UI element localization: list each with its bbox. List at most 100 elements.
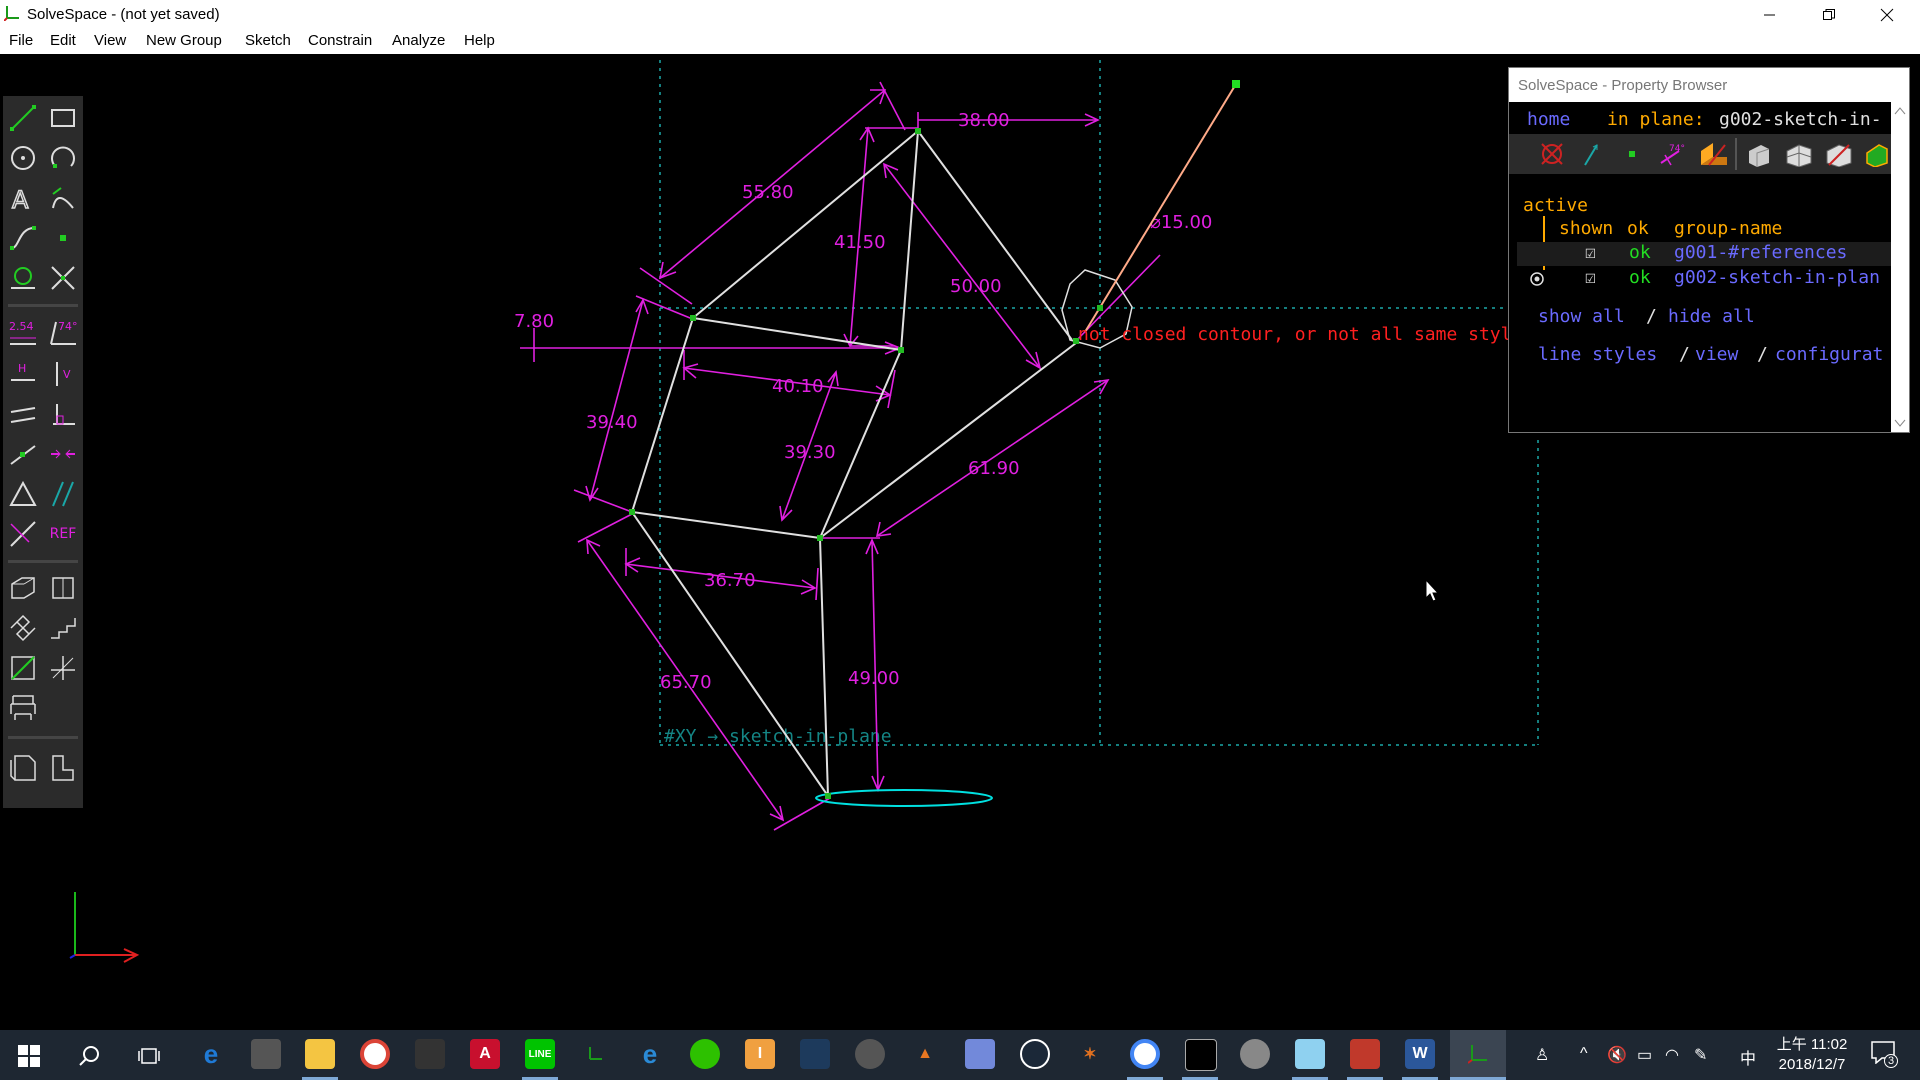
explorer-icon[interactable] [251, 1039, 281, 1069]
group-row[interactable]: ☑ ok g001-#references [1517, 242, 1891, 266]
solvespace-icon[interactable] [580, 1039, 610, 1069]
dimension-label[interactable]: 50.00 [950, 276, 1002, 297]
edge-icon[interactable]: e [196, 1039, 226, 1069]
ie-icon[interactable]: e [635, 1039, 665, 1069]
blue-app-icon[interactable] [1295, 1039, 1325, 1069]
sketch-in-plane-button[interactable] [45, 650, 81, 686]
hidden-lines-toggle-icon[interactable] [1825, 141, 1853, 167]
reference-toggle-button[interactable]: REF [45, 516, 81, 552]
dimension-label[interactable]: ⌀15.00 [1150, 212, 1212, 233]
terminal-icon[interactable] [1185, 1039, 1217, 1071]
xcode-icon[interactable] [800, 1039, 830, 1069]
dimension-label[interactable]: 65.70 [660, 672, 712, 693]
arc-tool-button[interactable] [45, 140, 81, 176]
folder-icon[interactable] [305, 1039, 335, 1069]
calculator-icon[interactable] [415, 1039, 445, 1069]
dimension-label[interactable]: 39.40 [586, 412, 638, 433]
circle-tool-button[interactable] [5, 140, 41, 176]
angle-constraint-button[interactable]: 74° [45, 314, 81, 350]
dimension-label[interactable]: 7.80 [514, 311, 554, 332]
menu-view[interactable]: View [94, 32, 126, 49]
construction-toggle-button[interactable] [5, 516, 41, 552]
lathe-button[interactable] [45, 570, 81, 606]
dimension-label[interactable]: 55.80 [742, 182, 794, 203]
menu-new-group[interactable]: New Group [146, 32, 222, 49]
point-on-line-button[interactable] [5, 436, 41, 472]
restore-button[interactable] [1800, 0, 1858, 29]
home-link[interactable]: home [1527, 109, 1570, 130]
ibooks-icon[interactable]: I [745, 1039, 775, 1069]
dimension-label[interactable]: 36.70 [704, 570, 756, 591]
autocad-icon[interactable]: A [470, 1039, 500, 1069]
discord-icon[interactable] [965, 1039, 995, 1069]
fusion-icon[interactable] [855, 1039, 885, 1069]
step-rotating-button[interactable] [5, 610, 41, 646]
line-tool-button[interactable] [5, 100, 41, 136]
menu-analyze[interactable]: Analyze [392, 32, 445, 49]
minimize-button[interactable] [1741, 0, 1799, 29]
word-icon[interactable]: W [1405, 1039, 1435, 1069]
title-bar[interactable]: SolveSpace - (not yet saved) [0, 0, 1920, 29]
chrome-icon[interactable] [360, 1039, 390, 1069]
chrome2-icon[interactable] [1130, 1039, 1160, 1069]
task-view-icon[interactable] [138, 1045, 160, 1067]
workplane-tool-button[interactable] [5, 260, 41, 296]
matlab-icon[interactable]: ▲ [910, 1039, 940, 1069]
tray-chevron-icon[interactable]: ^ [1580, 1045, 1588, 1063]
hide-all-link[interactable]: hide all [1668, 306, 1755, 327]
menu-edit[interactable]: Edit [50, 32, 76, 49]
steam-icon[interactable] [1020, 1039, 1050, 1069]
vertical-constraint-button[interactable]: V [45, 356, 81, 392]
menu-file[interactable]: File [9, 32, 33, 49]
extrude-button[interactable] [5, 570, 41, 606]
sketch-points[interactable] [629, 80, 1240, 799]
red-app-icon[interactable] [1350, 1039, 1380, 1069]
configuration-link[interactable]: configurat [1775, 344, 1883, 365]
pen-icon[interactable]: ✎ [1694, 1045, 1707, 1065]
perpendicular-constraint-button[interactable] [45, 396, 81, 432]
edges-toggle-icon[interactable] [1745, 141, 1773, 167]
line-icon[interactable]: LINE [525, 1039, 555, 1069]
link-file-button[interactable] [5, 690, 41, 726]
outline-toggle-icon[interactable] [1865, 141, 1889, 167]
windows-start-icon[interactable] [18, 1045, 40, 1067]
active-group-radio-icon[interactable] [1529, 271, 1545, 287]
point-tool-button[interactable] [45, 220, 81, 256]
line-styles-link[interactable]: line styles [1538, 344, 1657, 365]
symmetric-constraint-button[interactable] [45, 436, 81, 472]
dimension-label[interactable]: 38.00 [958, 110, 1010, 131]
sketch-in-3d-button[interactable] [5, 650, 41, 686]
menu-constrain[interactable]: Constrain [308, 32, 372, 49]
graphics-canvas[interactable]: #XY → sketch-in-plane 38.00 55.80 41.50 … [0, 54, 1920, 1030]
search-icon[interactable] [78, 1045, 100, 1067]
group-name-link[interactable]: g002-sketch-in-plan [1674, 267, 1880, 288]
parallel-constraint-button[interactable] [5, 396, 41, 432]
step-translating-button[interactable] [45, 610, 81, 646]
property-browser-scrollbar[interactable] [1891, 102, 1909, 432]
ime-indicator[interactable]: 中 [1740, 1045, 1756, 1069]
selected-ellipse[interactable] [815, 789, 993, 807]
wechat-icon[interactable] [690, 1039, 720, 1069]
other-angle-button[interactable] [45, 476, 81, 512]
horizontal-constraint-button[interactable]: H [5, 356, 41, 392]
sketch-geometry[interactable] [631, 130, 1133, 797]
nearest-iso-button[interactable] [45, 750, 81, 786]
dimension-label[interactable]: 41.50 [834, 232, 886, 253]
constraints-toggle-icon[interactable]: 74° [1659, 141, 1685, 167]
dimension-label[interactable]: 49.00 [848, 668, 900, 689]
wireframe-icon[interactable] [1240, 1039, 1270, 1069]
faces-toggle-icon[interactable] [1699, 141, 1729, 167]
menu-help[interactable]: Help [464, 32, 495, 49]
battery-icon[interactable]: ▭ [1637, 1045, 1652, 1065]
group-shown-checkbox[interactable]: ☑ [1585, 267, 1596, 288]
active-app-highlight[interactable] [1450, 1030, 1506, 1080]
split-curves-tool-button[interactable] [45, 260, 81, 296]
speaker-muted-icon[interactable]: 🔇 [1607, 1045, 1627, 1065]
gecko-icon[interactable]: ✶ [1075, 1039, 1105, 1069]
close-button[interactable] [1858, 0, 1916, 29]
show-all-link[interactable]: show all [1538, 306, 1625, 327]
distance-constraint-button[interactable]: 2.54 [5, 314, 41, 350]
clock[interactable]: 上午 11:02 2018/12/7 [1765, 1035, 1859, 1075]
normals-toggle-icon[interactable] [1579, 141, 1605, 167]
property-browser-titlebar[interactable]: SolveSpace - Property Browser [1509, 68, 1909, 102]
